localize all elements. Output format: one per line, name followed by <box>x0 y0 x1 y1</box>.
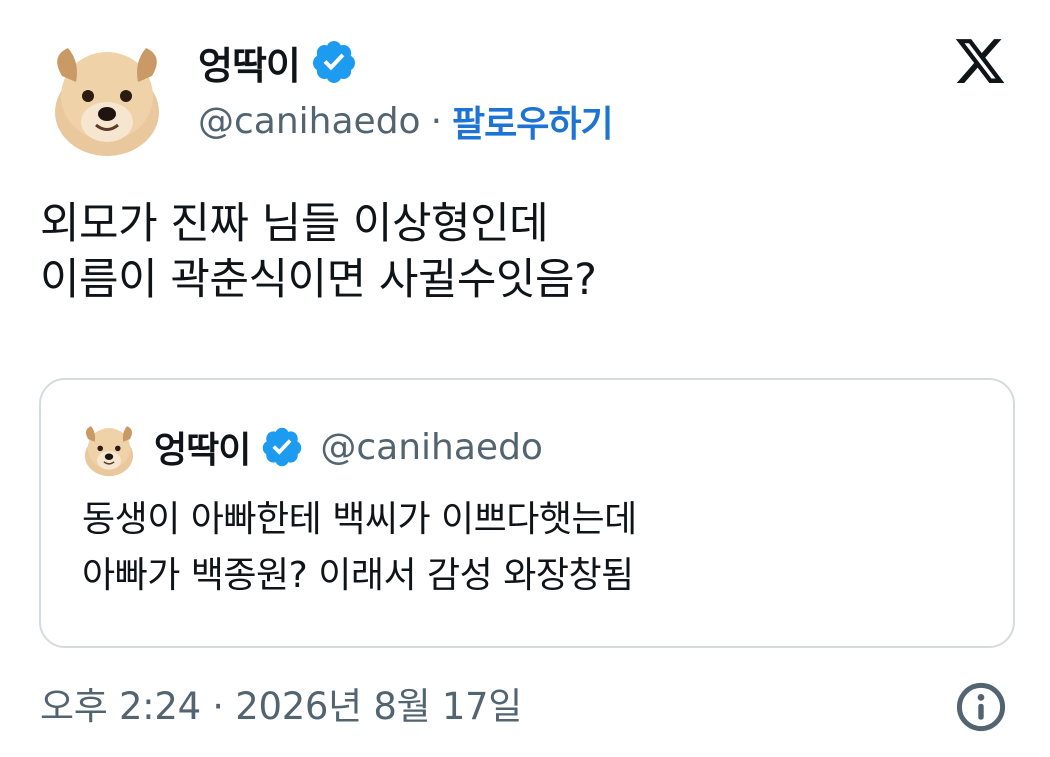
tweet-timestamp[interactable]: 오후 2:24 · 2026년 8월 17일 <box>40 676 522 730</box>
quoted-display-name: 엉딱이 <box>154 430 251 471</box>
quoted-line: 아빠가 백종원? 이래서 감성 와장창됨 <box>82 555 634 596</box>
quoted-line: 동생이 아빠한테 백씨가 이쁘다햇는데 <box>82 499 637 540</box>
info-icon[interactable] <box>954 680 1008 734</box>
author-handle[interactable]: @canihaedo <box>198 101 421 142</box>
verified-badge-icon <box>312 41 355 83</box>
quoted-author-avatar <box>78 416 140 478</box>
puppy-avatar-image <box>40 26 174 160</box>
tweet-text: 외모가 진짜 님들 이상형인데 이름이 곽춘식이면 사귈수잇음? <box>40 196 1000 308</box>
author-name-row: 엉딱이 <box>198 34 358 90</box>
author-display-name[interactable]: 엉딱이 <box>198 35 301 90</box>
author-avatar[interactable] <box>40 26 174 160</box>
tweet-line: 외모가 진짜 님들 이상형인데 <box>40 199 549 249</box>
tweet-line: 이름이 곽춘식이면 사귈수잇음? <box>40 255 597 305</box>
quoted-tweet-text: 동생이 아빠한테 백씨가 이쁘다햇는데 아빠가 백종원? 이래서 감성 와장창됨 <box>82 492 982 604</box>
follow-button[interactable]: 팔로우하기 <box>452 95 614 147</box>
quoted-author-row: 엉딱이 @canihaedo <box>154 418 543 476</box>
x-logo-icon[interactable] <box>946 34 1014 88</box>
verified-badge-icon <box>263 427 302 467</box>
author-handle-row: @canihaedo · 팔로우하기 <box>198 95 614 147</box>
separator-dot: · <box>430 100 443 142</box>
quoted-handle: @canihaedo <box>320 426 543 468</box>
puppy-avatar-image <box>78 416 140 478</box>
